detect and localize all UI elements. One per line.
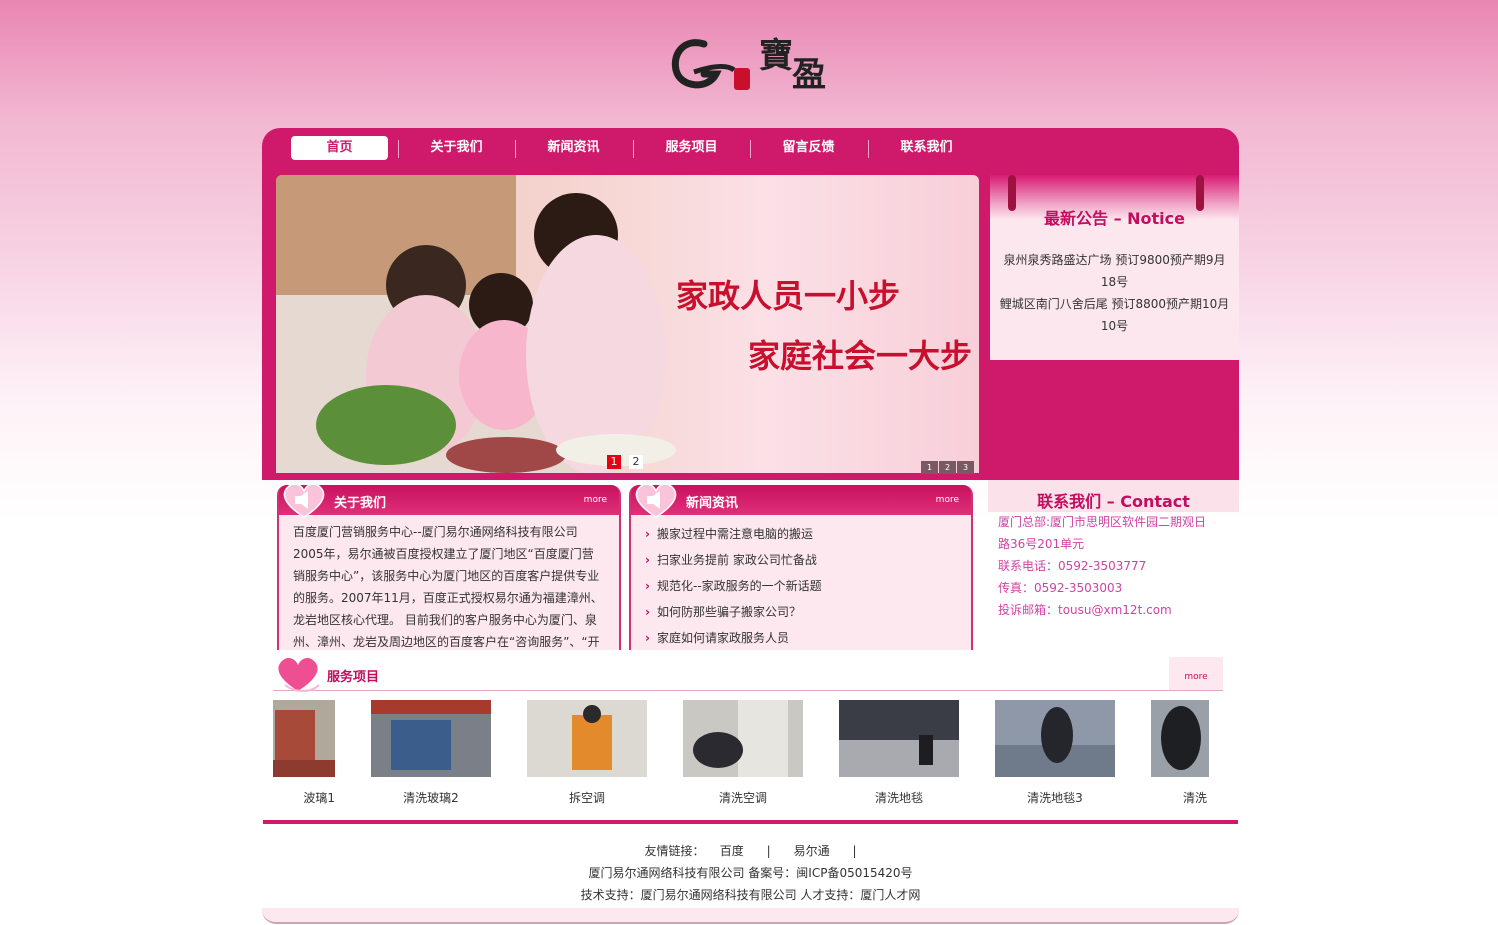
slide-thumb[interactable]: 2	[939, 461, 956, 474]
news-box: 新闻资讯 more 搬家过程中需注意电脑的搬运 扫家业务提前 家政公司忙备战 规…	[629, 483, 973, 651]
friend-links: 友情链接： 百度 | 易尔通 |	[263, 842, 1238, 859]
service-caption: 清洗地毯3	[1027, 791, 1083, 805]
footer: 友情链接： 百度 | 易尔通 | 厦门易尔通网络科技有限公司 备案号：闽ICP备…	[263, 824, 1238, 914]
about-more-link[interactable]: more	[584, 495, 607, 505]
service-photo	[1151, 700, 1209, 777]
service-caption: 波璃1	[303, 791, 335, 805]
news-more-link[interactable]: more	[936, 495, 959, 505]
news-box-header: 新闻资讯 more	[631, 483, 971, 518]
footer-support: 技术支持：厦门易尔通网络科技有限公司 人才支持：厦门人才网	[580, 888, 921, 902]
contact-address: 厦门总部:厦门市思明区软件园二期观日	[998, 515, 1207, 529]
heart-icon	[278, 658, 320, 692]
service-photo	[995, 700, 1115, 777]
service-caption: 清洗玻璃2	[403, 791, 459, 805]
services-title: 服务项目	[327, 670, 380, 685]
news-item[interactable]: 搬家过程中需注意电脑的搬运	[643, 521, 961, 547]
services-more-link[interactable]: more	[1169, 657, 1223, 690]
news-item[interactable]: 家庭如何请家政服务人员	[643, 625, 961, 651]
service-photo	[527, 700, 647, 777]
link-separator: |	[852, 844, 857, 858]
service-photo	[683, 700, 803, 777]
contact-title: 联系我们 – Contact	[1037, 492, 1190, 511]
service-photo	[371, 700, 491, 777]
friend-link-yiertong[interactable]: 易尔通	[794, 844, 830, 858]
service-item[interactable]: 清洗地毯3	[995, 700, 1115, 806]
banner-headline-1: 家政人员一小步	[676, 277, 901, 315]
notice-item[interactable]: 泉州泉秀路盛达广场 预订9800预产期9月18号	[998, 249, 1231, 293]
news-list: 搬家过程中需注意电脑的搬运 扫家业务提前 家政公司忙备战 规范化--家政服务的一…	[643, 521, 961, 651]
contact-fax: 传真：0592-3503003	[998, 581, 1123, 595]
slide-thumb[interactable]: 1	[921, 461, 938, 474]
main-nav: 首页 关于我们 新闻资讯 服务项目 留言反馈 联系我们	[262, 128, 1239, 168]
about-box: 关于我们 more 百度厦门营销服务中心--厦门易尔通网络科技有限公司2005年…	[277, 483, 621, 650]
contact-email[interactable]: 投诉邮箱：tousu@xm12t.com	[998, 599, 1228, 621]
slide-thumb[interactable]: 3	[957, 461, 974, 474]
svg-text:寶: 寶	[759, 36, 793, 76]
nav-separator	[633, 140, 634, 158]
nav-separator	[750, 140, 751, 158]
heart-speaker-icon	[635, 483, 677, 518]
friend-links-label: 友情链接：	[644, 844, 705, 858]
service-item[interactable]: 清洗	[1151, 700, 1209, 806]
about-box-header: 关于我们 more	[279, 483, 619, 518]
news-item[interactable]: 扫家业务提前 家政公司忙备战	[643, 547, 961, 573]
banner-headline-2: 家庭社会一大步	[748, 337, 973, 375]
service-photo	[273, 700, 335, 777]
news-title: 新闻资讯	[686, 496, 739, 511]
service-caption: 清洗地毯	[874, 791, 923, 805]
service-caption: 清洗空调	[718, 791, 767, 805]
service-item[interactable]: 清洗空调	[683, 700, 803, 806]
slide-dot-2[interactable]: 2	[629, 455, 643, 469]
contact-address-2: 路36号201单元	[998, 537, 1085, 551]
nav-separator	[398, 140, 399, 158]
notice-title: 最新公告 – Notice	[1044, 209, 1185, 228]
service-caption: 拆空调	[568, 791, 605, 805]
service-item[interactable]: 波璃1	[273, 700, 335, 806]
news-item[interactable]: 如何防那些骗子搬家公司？	[643, 599, 961, 625]
nav-feedback[interactable]: 留言反馈	[760, 136, 857, 160]
nav-about[interactable]: 关于我们	[408, 136, 505, 160]
hero-banner[interactable]: 家政人员一小步 家庭社会一大步	[276, 175, 979, 473]
about-text: 百度厦门营销服务中心--厦门易尔通网络科技有限公司2005年，易尔通被百度授权建…	[293, 525, 603, 647]
nav-separator	[515, 140, 516, 158]
banner-photo-illustration	[276, 175, 676, 473]
brand-logo[interactable]: 寶 盈	[664, 22, 839, 102]
about-title: 关于我们	[334, 496, 387, 511]
service-photo	[839, 700, 959, 777]
service-item[interactable]: 拆空调	[527, 700, 647, 806]
nav-separator	[868, 140, 869, 158]
footer-company: 厦门易尔通网络科技有限公司 备案号：闽ICP备05015420号	[588, 866, 913, 880]
contact-header: 联系我们 – Contact	[988, 480, 1239, 512]
logo-mark-icon: 寶 盈	[671, 36, 826, 95]
services-header: 服务项目 more	[273, 657, 1223, 692]
service-item[interactable]: 清洗玻璃2	[371, 700, 491, 806]
nav-contact[interactable]: 联系我们	[878, 136, 975, 160]
nav-services[interactable]: 服务项目	[643, 136, 740, 160]
service-item[interactable]: 清洗地毯	[839, 700, 959, 806]
nav-home[interactable]: 首页	[291, 136, 388, 160]
notice-panel: 最新公告 – Notice 泉州泉秀路盛达广场 预订9800预产期9月18号 鲤…	[990, 175, 1239, 360]
slide-thumbnails: 123	[921, 459, 975, 474]
slide-dot-1[interactable]: 1	[607, 455, 621, 469]
link-separator: |	[766, 844, 771, 858]
nav-news[interactable]: 新闻资讯	[525, 136, 622, 160]
notice-item[interactable]: 鲤城区南门八舍后尾 预订8800预产期10月10号	[998, 293, 1231, 337]
news-item[interactable]: 规范化--家政服务的一个新话题	[643, 573, 961, 599]
heart-speaker-icon	[283, 483, 325, 518]
service-caption: 清洗	[1183, 791, 1208, 805]
friend-link-baidu[interactable]: 百度	[720, 844, 744, 858]
footer-base	[262, 908, 1239, 924]
contact-phone: 联系电话：0592-3503777	[998, 559, 1147, 573]
svg-text:盈: 盈	[792, 55, 826, 95]
services-carousel: 波璃1 清洗玻璃2 拆空调 清洗空调 清洗地毯 清洗地毯3 清洗	[273, 700, 1209, 810]
